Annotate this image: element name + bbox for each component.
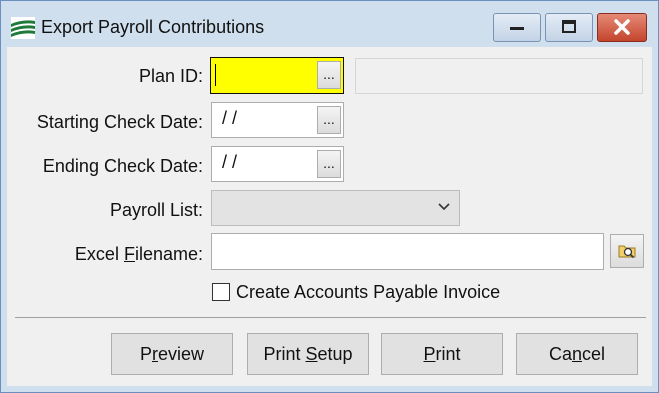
end-date-label: Ending Check Date: bbox=[42, 156, 203, 176]
create-ap-invoice-checkbox[interactable] bbox=[212, 283, 230, 301]
title-bar[interactable]: Export Payroll Contributions bbox=[1, 1, 658, 42]
excel-filename-label: Excel Filename: bbox=[74, 244, 203, 264]
create-ap-invoice-label[interactable]: Create Accounts Payable Invoice bbox=[236, 282, 500, 303]
start-date-picker-button[interactable]: ... bbox=[317, 106, 341, 134]
minimize-button[interactable] bbox=[493, 13, 541, 42]
folder-search-icon bbox=[618, 245, 636, 259]
plan-id-lookup-button[interactable]: ... bbox=[317, 61, 341, 89]
close-icon bbox=[614, 19, 630, 35]
preview-button[interactable]: Preview bbox=[111, 333, 233, 375]
print-setup-button[interactable]: Print Setup bbox=[247, 333, 369, 375]
dialog-body: Plan ID: ... Starting Check Date: / / ..… bbox=[7, 47, 652, 386]
excel-filename-input[interactable] bbox=[211, 233, 604, 270]
text-caret bbox=[215, 64, 216, 86]
chevron-down-icon bbox=[438, 203, 450, 211]
minimize-icon bbox=[510, 27, 524, 30]
close-button[interactable] bbox=[597, 13, 647, 42]
payroll-list-select[interactable] bbox=[211, 190, 460, 226]
cancel-button[interactable]: Cancel bbox=[516, 333, 638, 375]
print-button[interactable]: Print bbox=[381, 333, 503, 375]
plan-id-input[interactable]: ... bbox=[210, 57, 344, 94]
dialog-window: Export Payroll Contributions Plan ID: ..… bbox=[0, 0, 659, 393]
plan-description-field bbox=[355, 58, 643, 94]
browse-file-button[interactable] bbox=[610, 234, 644, 268]
start-date-label: Starting Check Date: bbox=[36, 112, 203, 132]
end-date-picker-button[interactable]: ... bbox=[317, 150, 341, 178]
payroll-list-label: Payroll List: bbox=[109, 200, 203, 220]
end-date-input[interactable]: / / ... bbox=[211, 146, 344, 182]
maximize-icon bbox=[562, 20, 576, 33]
start-date-input[interactable]: / / ... bbox=[211, 102, 344, 138]
separator bbox=[15, 317, 646, 318]
end-date-value: / / bbox=[222, 152, 238, 172]
plan-id-label: Plan ID: bbox=[138, 66, 203, 86]
start-date-value: / / bbox=[222, 108, 238, 128]
window-title: Export Payroll Contributions bbox=[41, 17, 265, 37]
app-logo-icon bbox=[11, 17, 35, 39]
maximize-button[interactable] bbox=[545, 13, 593, 42]
